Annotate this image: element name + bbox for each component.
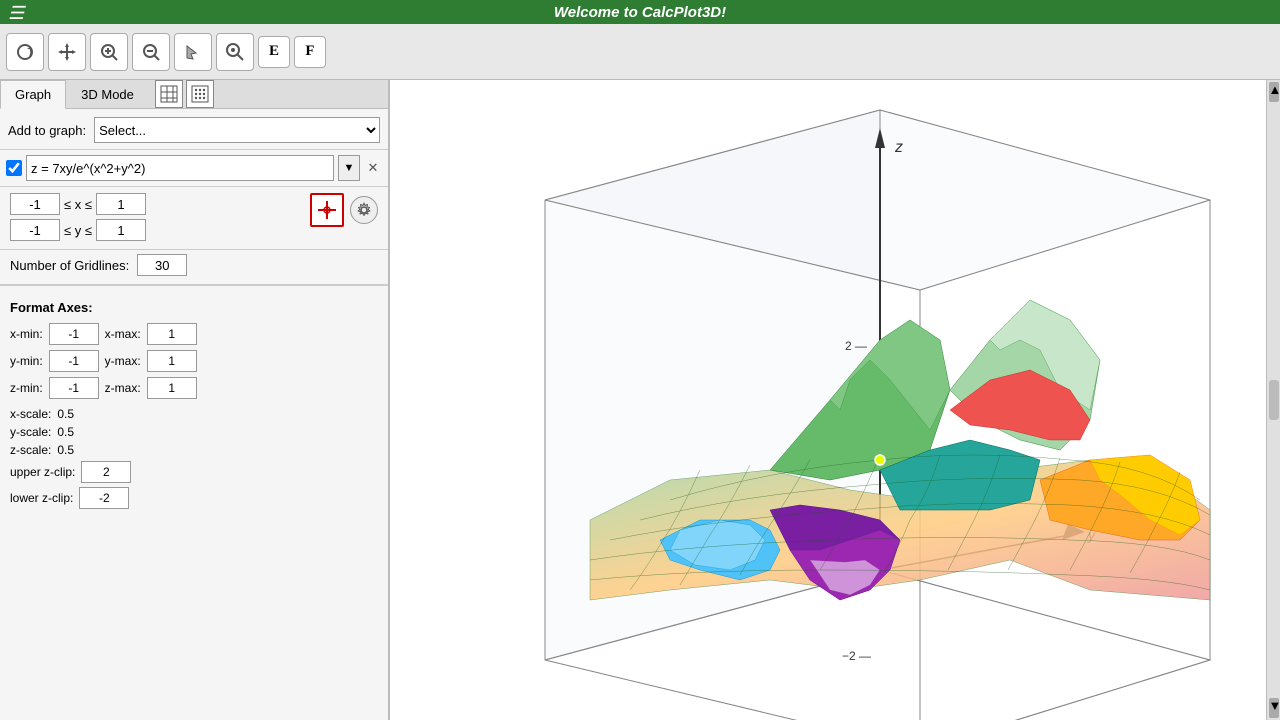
scroll-up-arrow[interactable]: ▲	[1269, 82, 1279, 102]
function-row: ▼ ✕	[0, 150, 388, 187]
lower-z-clip-input[interactable]	[79, 487, 129, 509]
x-min-input[interactable]	[10, 193, 60, 215]
z-axis-label: z	[894, 139, 903, 156]
format-x-max-input[interactable]	[147, 323, 197, 345]
add-to-graph-label: Add to graph:	[8, 123, 86, 138]
app-title: Welcome to CalcPlot3D!	[554, 4, 726, 21]
f-button[interactable]: F	[294, 36, 326, 68]
rotate-icon	[14, 41, 36, 63]
format-y-max-input[interactable]	[147, 350, 197, 372]
main-layout: Graph 3D Mode	[0, 80, 1280, 720]
x-max-input[interactable]	[96, 193, 146, 215]
gridlines-row: Number of Gridlines:	[0, 250, 388, 284]
function-dropdown-arrow[interactable]: ▼	[338, 155, 360, 181]
x-scale-row: x-scale: 0.5	[10, 407, 378, 421]
gridlines-label: Number of Gridlines:	[10, 258, 129, 273]
z-scale-value: 0.5	[57, 443, 74, 457]
vertical-scrollbar[interactable]: ▲ ▼	[1266, 80, 1280, 720]
move-icon	[56, 41, 78, 63]
zoom-fit-icon	[224, 41, 246, 63]
zoom-out-button[interactable]	[132, 33, 170, 71]
y-max-input[interactable]	[96, 219, 146, 241]
x-axis-row: x-min: x-max:	[10, 323, 378, 345]
z-scale-row: z-scale: 0.5	[10, 443, 378, 457]
upper-z-clip-label: upper z-clip:	[10, 465, 75, 479]
x-scale-label: x-scale:	[10, 407, 51, 421]
y-range-label: ≤ y ≤	[64, 223, 92, 238]
function-close-button[interactable]: ✕	[364, 159, 382, 177]
rotate-button[interactable]	[6, 33, 44, 71]
z-axis-tick-2: 2 —	[845, 339, 867, 353]
x-min-label: x-min:	[10, 327, 43, 341]
grid-lines-icon	[160, 85, 178, 103]
3d-graph-canvas[interactable]: z 2 — −2 — y −1	[390, 80, 1280, 720]
gear-icon	[356, 202, 372, 218]
toolbar: E F	[0, 24, 1280, 80]
settings-button[interactable]	[350, 196, 378, 224]
y-axis-row: y-min: y-max:	[10, 350, 378, 372]
y-scale-value: 0.5	[57, 425, 74, 439]
e-button[interactable]: E	[258, 36, 290, 68]
arrow-icon	[182, 41, 204, 63]
y-min-input[interactable]	[10, 219, 60, 241]
y-min-label: y-min:	[10, 354, 43, 368]
upper-z-clip-row: upper z-clip:	[10, 461, 378, 483]
z-axis-row: z-min: z-max:	[10, 377, 378, 399]
crosshair-icon	[316, 199, 338, 221]
y-scale-label: y-scale:	[10, 425, 51, 439]
upper-z-clip-input[interactable]	[81, 461, 131, 483]
grid-icon-lines[interactable]	[155, 80, 183, 108]
zoom-fit-button[interactable]	[216, 33, 254, 71]
add-to-graph-row: Add to graph: Select...	[0, 109, 388, 150]
add-to-graph-select[interactable]: Select...	[94, 117, 380, 143]
format-axes-title: Format Axes:	[10, 300, 378, 315]
format-z-min-input[interactable]	[49, 377, 99, 399]
z-axis-tick-neg2: −2 —	[842, 649, 871, 663]
z-scale-label: z-scale:	[10, 443, 51, 457]
move-button[interactable]	[48, 33, 86, 71]
format-y-min-input[interactable]	[49, 350, 99, 372]
gridlines-input[interactable]	[137, 254, 187, 276]
canvas-area[interactable]: z 2 — −2 — y −1	[390, 80, 1280, 720]
function-input[interactable]	[26, 155, 334, 181]
zoom-in-button[interactable]	[90, 33, 128, 71]
menu-icon[interactable]: ☰	[8, 3, 24, 24]
x-range-label: ≤ x ≤	[64, 197, 92, 212]
format-z-max-input[interactable]	[147, 377, 197, 399]
lower-z-clip-label: lower z-clip:	[10, 491, 73, 505]
crosshair-button[interactable]	[310, 193, 344, 227]
arrow-button[interactable]	[174, 33, 212, 71]
format-x-min-input[interactable]	[49, 323, 99, 345]
zoom-in-icon	[98, 41, 120, 63]
grid-dots-icon	[191, 85, 209, 103]
grid-icon-dots[interactable]	[186, 80, 214, 108]
lower-z-clip-row: lower z-clip:	[10, 487, 378, 509]
tab-3d-mode[interactable]: 3D Mode	[66, 80, 149, 108]
grid-icons-group	[155, 80, 214, 108]
zoom-out-icon	[140, 41, 162, 63]
y-max-label: y-max:	[105, 354, 141, 368]
scroll-down-arrow[interactable]: ▼	[1269, 698, 1279, 718]
z-min-label: z-min:	[10, 381, 43, 395]
y-scale-row: y-scale: 0.5	[10, 425, 378, 439]
z-max-label: z-max:	[105, 381, 141, 395]
surface-highlight-point	[875, 455, 885, 465]
scroll-thumb[interactable]	[1269, 380, 1279, 420]
format-axes-section: Format Axes: x-min: x-max: y-min: y-max:…	[0, 292, 388, 521]
tab-graph[interactable]: Graph	[0, 80, 66, 109]
x-scale-value: 0.5	[57, 407, 74, 421]
tabs-row: Graph 3D Mode	[0, 80, 388, 109]
x-max-label: x-max:	[105, 327, 141, 341]
function-checkbox[interactable]	[6, 160, 22, 176]
left-panel: Graph 3D Mode	[0, 80, 390, 720]
